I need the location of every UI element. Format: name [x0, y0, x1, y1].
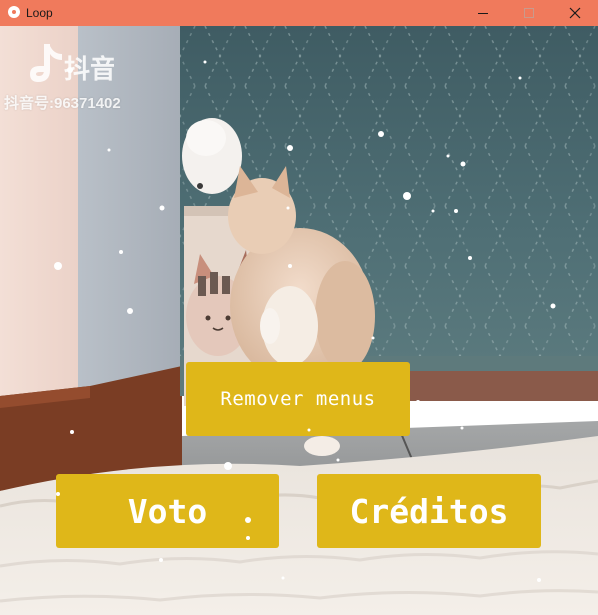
- close-icon: [569, 7, 581, 19]
- close-button[interactable]: [552, 0, 598, 26]
- app-window: Loop 抖音 抖音号:96371402 Remover menus Voto …: [0, 0, 598, 615]
- minimize-button[interactable]: [460, 0, 506, 26]
- credits-button[interactable]: Créditos: [317, 474, 541, 548]
- douyin-watermark-id: 抖音号:96371402: [4, 95, 121, 112]
- maximize-icon: [524, 8, 534, 18]
- douyin-watermark-text: 抖音: [64, 54, 114, 85]
- vote-button[interactable]: Voto: [56, 474, 279, 548]
- window-title: Loop: [26, 6, 53, 20]
- maximize-button[interactable]: [506, 0, 552, 26]
- app-circle-icon: [8, 6, 20, 18]
- remove-menus-button[interactable]: Remover menus: [186, 362, 410, 436]
- minimize-icon: [478, 13, 488, 14]
- title-bar[interactable]: Loop: [0, 0, 598, 26]
- video-stage: 抖音 抖音号:96371402 Remover menus Voto Crédi…: [0, 26, 598, 615]
